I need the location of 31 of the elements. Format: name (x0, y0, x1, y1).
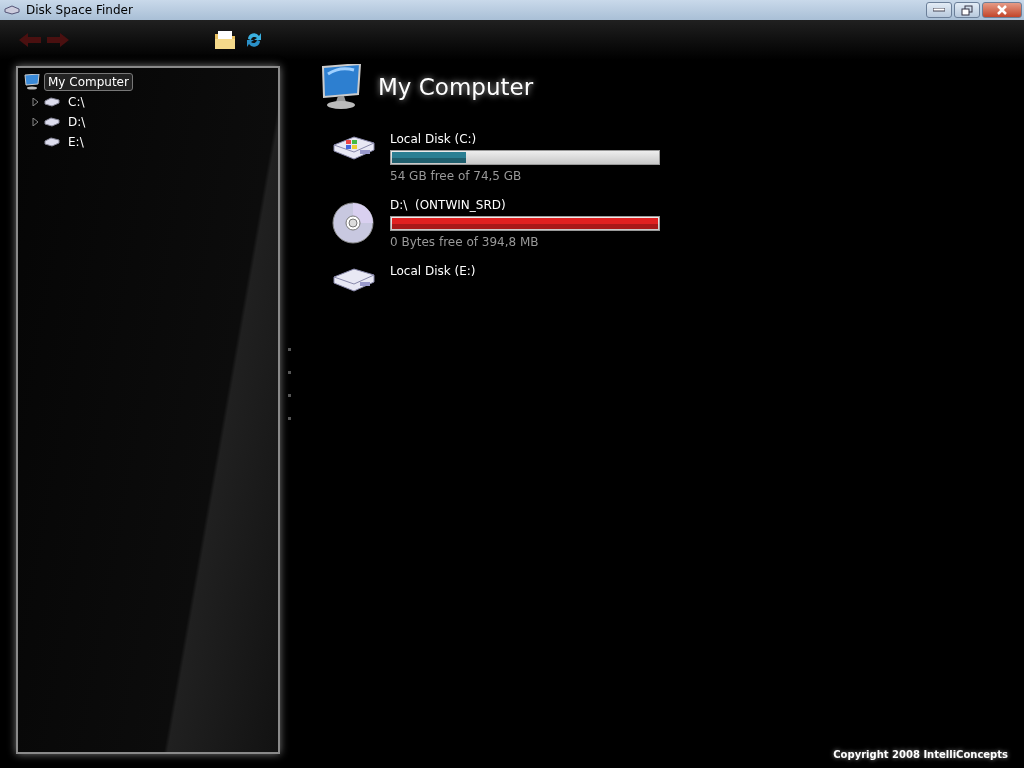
drive-icon (332, 136, 376, 160)
drive-name[interactable]: D:\ (ONTWIN_SRD) (390, 198, 660, 212)
drive-name[interactable]: Local Disk (E:) (390, 264, 476, 278)
free-space-text: 54 GB free of 74,5 GB (390, 169, 523, 183)
tree-item[interactable]: My Computer (44, 73, 133, 91)
restore-icon (961, 4, 973, 16)
tree-item[interactable]: E:\ (64, 133, 88, 151)
minimize-icon (933, 8, 945, 12)
disc-icon (332, 202, 376, 244)
folder-button[interactable] (214, 30, 236, 50)
tree-item[interactable]: D:\ (64, 113, 90, 131)
window-title: Disk Space Finder (26, 3, 134, 17)
close-icon (996, 5, 1008, 15)
close-button[interactable] (982, 2, 1022, 18)
free-space-text: 0 Bytes free of 394,8 MB (390, 235, 540, 249)
page-heading: My Computer (378, 74, 534, 100)
monitor-icon (24, 74, 40, 90)
drive-icon (332, 268, 376, 292)
expand-arrow-icon[interactable] (32, 98, 40, 106)
drive-name[interactable]: Local Disk (C:) (390, 132, 660, 146)
drive-icon (44, 117, 60, 127)
drive-icon (44, 137, 60, 147)
refresh-button[interactable] (244, 30, 264, 50)
drive-icon (44, 97, 60, 107)
minimize-button[interactable] (926, 2, 952, 18)
expand-arrow-icon[interactable] (32, 118, 40, 126)
tree-item[interactable]: C:\ (64, 93, 89, 111)
restore-button[interactable] (954, 2, 980, 18)
monitor-icon (320, 64, 364, 110)
drive-icon (4, 5, 20, 15)
copyright-text: Copyright 2008 IntelliConcepts (833, 749, 1009, 760)
